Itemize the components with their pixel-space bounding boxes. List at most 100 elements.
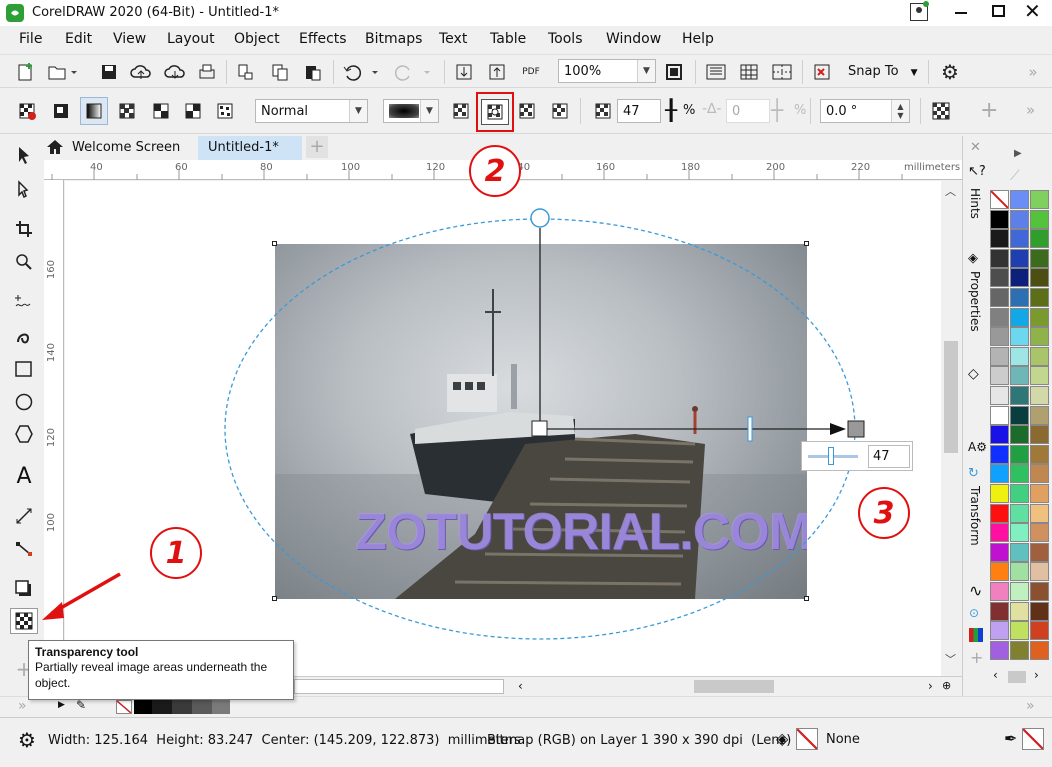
menu-text[interactable]: Text	[439, 31, 467, 47]
new-document-icon[interactable]	[14, 60, 38, 84]
page-nav-box[interactable]	[294, 679, 504, 694]
palette-swatch[interactable]	[1010, 209, 1029, 229]
fountain-picker-dropdown[interactable]: ▼	[383, 99, 439, 123]
palette-swatch[interactable]	[990, 503, 1009, 523]
doc-palette-pen-icon[interactable]: ✎	[76, 698, 86, 712]
palette-swatch-none[interactable]	[990, 190, 1009, 209]
no-transparency-icon[interactable]	[14, 99, 40, 123]
palette-swatch[interactable]	[990, 268, 1009, 288]
palette-swatch[interactable]	[1030, 582, 1049, 601]
elliptical-fountain-icon[interactable]	[481, 99, 509, 125]
feather-input[interactable]: 0	[726, 99, 770, 123]
drawing-canvas[interactable]: ZOTUTORIAL.COM 47	[65, 181, 941, 676]
layers-icon[interactable]: ◇	[968, 366, 979, 382]
cloud-upload-icon[interactable]	[128, 60, 154, 84]
snap-to-dropdown[interactable]: Snap To ▼	[848, 64, 918, 79]
save-icon[interactable]	[97, 60, 121, 84]
palette-swatch[interactable]	[1030, 209, 1049, 229]
palette-swatch[interactable]	[990, 346, 1009, 366]
menu-view[interactable]: View	[113, 31, 146, 47]
bitmap-pattern-transparency-icon[interactable]	[148, 99, 174, 123]
palette-swatch[interactable]	[1030, 444, 1049, 464]
scroll-right-icon[interactable]: ›	[928, 679, 933, 693]
menu-bitmaps[interactable]: Bitmaps	[365, 31, 422, 47]
copy-icon[interactable]	[268, 60, 292, 84]
menu-object[interactable]: Object	[234, 31, 280, 47]
outline-pen-icon[interactable]: ✒	[1004, 729, 1017, 748]
doc-palette-dark-swatch[interactable]	[152, 700, 172, 714]
cloud-download-icon[interactable]	[162, 60, 188, 84]
doc-palette-light-swatch[interactable]	[212, 700, 230, 714]
palette-swatch[interactable]	[990, 209, 1009, 229]
palette-swatch[interactable]	[990, 640, 1009, 660]
palette-swatch[interactable]	[1010, 268, 1029, 288]
menu-help[interactable]: Help	[682, 31, 714, 47]
vector-pattern-transparency-icon[interactable]	[114, 99, 140, 123]
tab-untitled-1[interactable]: Untitled-1*	[198, 136, 302, 160]
transform-icon[interactable]: ↻	[968, 466, 979, 481]
grid-icon[interactable]	[736, 60, 762, 84]
freehand-tool-icon[interactable]	[8, 287, 40, 317]
paste-icon[interactable]	[301, 60, 325, 84]
palette-swatch[interactable]	[1010, 484, 1029, 503]
doc-palette-overflow-icon[interactable]: »	[18, 698, 27, 714]
palette-swatch[interactable]	[990, 405, 1009, 425]
cut-icon[interactable]	[233, 60, 257, 84]
guidelines-icon[interactable]	[769, 60, 795, 84]
add-toolbar-icon[interactable]: +	[980, 98, 998, 123]
palette-swatch[interactable]	[1030, 366, 1049, 386]
two-color-transparency-icon[interactable]	[180, 99, 206, 123]
add-docker-icon[interactable]: +	[970, 648, 983, 667]
zoom-to-page-icon[interactable]	[662, 60, 686, 84]
palette-swatch[interactable]	[1010, 503, 1029, 523]
palette-swatch[interactable]	[990, 307, 1009, 327]
palette-swatch[interactable]	[1030, 484, 1049, 503]
close-button[interactable]: ✕	[1024, 1, 1041, 21]
palette-swatch[interactable]	[1010, 464, 1029, 484]
full-screen-preview-icon[interactable]	[703, 60, 729, 84]
palette-swatch[interactable]	[1030, 190, 1049, 209]
palette-swatch[interactable]	[990, 601, 1009, 621]
menu-layout[interactable]: Layout	[167, 31, 215, 47]
palette-swatch[interactable]	[1010, 444, 1029, 464]
tab-welcome-screen[interactable]: Welcome Screen	[72, 140, 180, 155]
uniform-transparency-icon[interactable]	[48, 99, 74, 123]
polygon-tool-icon[interactable]	[8, 419, 40, 449]
parallel-dimension-tool-icon[interactable]	[8, 501, 40, 531]
palette-swatch[interactable]	[1010, 346, 1029, 366]
palette-swatch[interactable]	[990, 484, 1009, 503]
import-icon[interactable]	[452, 60, 476, 84]
export-icon[interactable]	[485, 60, 509, 84]
palette-swatch[interactable]	[990, 248, 1009, 268]
palette-scroll-right-icon[interactable]: ›	[1034, 668, 1039, 682]
merge-mode-dropdown[interactable]: Normal ▼	[255, 99, 368, 123]
menu-table[interactable]: Table	[490, 31, 526, 47]
docker-tab-transform[interactable]: Transform	[968, 486, 982, 546]
palette-swatch[interactable]	[990, 621, 1009, 641]
palette-swatch[interactable]	[1030, 386, 1049, 405]
palette-scroll-thumb[interactable]	[1008, 671, 1026, 683]
palette-manager-icon[interactable]	[969, 628, 983, 642]
palette-swatch[interactable]	[1010, 386, 1029, 405]
scroll-up-icon[interactable]: ︿	[945, 183, 956, 199]
palette-swatch[interactable]	[1030, 425, 1049, 445]
menu-file[interactable]: File	[19, 31, 42, 47]
palette-swatch[interactable]	[1030, 640, 1049, 660]
fountain-transparency-icon[interactable]	[80, 97, 108, 125]
transparency-overlay[interactable]	[65, 181, 941, 676]
horizontal-scroll-thumb[interactable]	[694, 680, 774, 693]
toolbar-overflow-icon[interactable]: »	[1022, 60, 1044, 84]
scroll-thumb[interactable]	[944, 341, 958, 453]
publish-pdf-icon[interactable]: PDF	[518, 60, 544, 84]
palette-swatch[interactable]	[1010, 640, 1029, 660]
minimize-button[interactable]	[955, 12, 967, 14]
linear-fountain-icon[interactable]	[448, 99, 474, 123]
artistic-media-tool-icon[interactable]	[8, 321, 40, 351]
palette-swatch[interactable]	[1010, 621, 1029, 641]
doc-palette-arrow-icon[interactable]: ▶	[58, 700, 65, 710]
palette-swatch[interactable]	[1010, 307, 1029, 327]
transparency-tool-icon[interactable]	[10, 608, 38, 634]
palette-swatch[interactable]	[1030, 229, 1049, 249]
palette-swatch[interactable]	[1010, 366, 1029, 386]
palette-swatch[interactable]	[1030, 503, 1049, 523]
